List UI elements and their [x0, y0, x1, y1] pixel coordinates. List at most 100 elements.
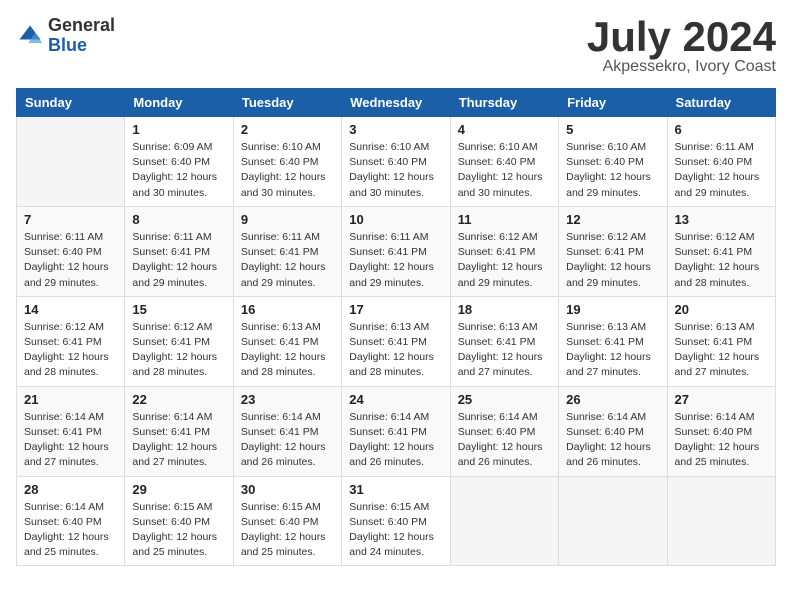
day-info: Sunrise: 6:13 AMSunset: 6:41 PMDaylight:…: [241, 320, 334, 381]
calendar-cell: 9Sunrise: 6:11 AMSunset: 6:41 PMDaylight…: [233, 206, 341, 296]
day-number: 8: [132, 212, 225, 227]
day-info: Sunrise: 6:11 AMSunset: 6:40 PMDaylight:…: [675, 140, 768, 201]
day-number: 3: [349, 122, 442, 137]
calendar-cell: 13 Sunrise: 6:12 AMSunset: 6:41 PMDayligh…: [667, 206, 775, 296]
calendar-cell: [667, 476, 775, 566]
day-number: 17: [349, 302, 442, 317]
day-info: Sunrise: 6:13 AMSunset: 6:41 PMDaylight:…: [349, 320, 442, 381]
calendar-cell: 22 Sunrise: 6:14 AMSunset: 6:41 PMDayligh…: [125, 386, 233, 476]
calendar-cell: 24Sunrise: 6:14 AMSunset: 6:41 PMDayligh…: [342, 386, 450, 476]
day-number: 2: [241, 122, 334, 137]
day-number: 22: [132, 392, 225, 407]
day-info: Sunrise: 6:12 AMSunset: 6:41 PMDaylight:…: [675, 230, 768, 291]
day-info: Sunrise: 6:10 AMSunset: 6:40 PMDaylight:…: [349, 140, 442, 201]
logo: General Blue: [16, 16, 115, 56]
day-info: Sunrise: 6:11 AMSunset: 6:41 PMDaylight:…: [132, 230, 225, 291]
logo-icon: [16, 22, 44, 50]
calendar-cell: 16 Sunrise: 6:13 AMSunset: 6:41 PMDayligh…: [233, 296, 341, 386]
day-info: Sunrise: 6:12 AMSunset: 6:41 PMDaylight:…: [458, 230, 551, 291]
calendar-cell: 20 Sunrise: 6:13 AMSunset: 6:41 PMDayligh…: [667, 296, 775, 386]
calendar-cell: 31Sunrise: 6:15 AMSunset: 6:40 PMDayligh…: [342, 476, 450, 566]
day-info: Sunrise: 6:10 AMSunset: 6:40 PMDaylight:…: [458, 140, 551, 201]
day-info: Sunrise: 6:14 AMSunset: 6:40 PMDaylight:…: [458, 410, 551, 471]
day-info: Sunrise: 6:12 AMSunset: 6:41 PMDaylight:…: [566, 230, 659, 291]
calendar-week-row: 21 Sunrise: 6:14 AMSunset: 6:41 PMDayligh…: [17, 386, 776, 476]
calendar-cell: 7 Sunrise: 6:11 AMSunset: 6:40 PMDaylight…: [17, 206, 125, 296]
day-number: 12: [566, 212, 659, 227]
day-info: Sunrise: 6:13 AMSunset: 6:41 PMDaylight:…: [675, 320, 768, 381]
calendar-cell: 14 Sunrise: 6:12 AMSunset: 6:41 PMDayligh…: [17, 296, 125, 386]
calendar-week-row: 28 Sunrise: 6:14 AMSunset: 6:40 PMDayligh…: [17, 476, 776, 566]
title-block: July 2024 Akpessekro, Ivory Coast: [587, 16, 776, 76]
calendar-cell: 21 Sunrise: 6:14 AMSunset: 6:41 PMDayligh…: [17, 386, 125, 476]
calendar-week-row: 1Sunrise: 6:09 AMSunset: 6:40 PMDaylight…: [17, 117, 776, 207]
calendar-cell: 15 Sunrise: 6:12 AMSunset: 6:41 PMDayligh…: [125, 296, 233, 386]
day-info: Sunrise: 6:14 AMSunset: 6:40 PMDaylight:…: [675, 410, 768, 471]
calendar-cell: 8 Sunrise: 6:11 AMSunset: 6:41 PMDaylight…: [125, 206, 233, 296]
day-number: 25: [458, 392, 551, 407]
calendar-header-saturday: Saturday: [667, 89, 775, 117]
calendar-cell: 11Sunrise: 6:12 AMSunset: 6:41 PMDayligh…: [450, 206, 558, 296]
calendar-cell: 5Sunrise: 6:10 AMSunset: 6:40 PMDaylight…: [559, 117, 667, 207]
month-title: July 2024: [587, 16, 776, 58]
logo-general-text: General: [48, 16, 115, 36]
day-number: 21: [24, 392, 117, 407]
calendar-header-row: SundayMondayTuesdayWednesdayThursdayFrid…: [17, 89, 776, 117]
day-info: Sunrise: 6:13 AMSunset: 6:41 PMDaylight:…: [566, 320, 659, 381]
day-info: Sunrise: 6:15 AMSunset: 6:40 PMDaylight:…: [132, 500, 225, 561]
day-info: Sunrise: 6:10 AMSunset: 6:40 PMDaylight:…: [566, 140, 659, 201]
calendar-cell: 29 Sunrise: 6:15 AMSunset: 6:40 PMDayligh…: [125, 476, 233, 566]
day-number: 19: [566, 302, 659, 317]
calendar-cell: [450, 476, 558, 566]
day-number: 14: [24, 302, 117, 317]
day-number: 20: [675, 302, 768, 317]
location-text: Akpessekro, Ivory Coast: [587, 58, 776, 76]
day-number: 24: [349, 392, 442, 407]
calendar-header-tuesday: Tuesday: [233, 89, 341, 117]
day-info: Sunrise: 6:14 AMSunset: 6:41 PMDaylight:…: [241, 410, 334, 471]
calendar-cell: 28 Sunrise: 6:14 AMSunset: 6:40 PMDayligh…: [17, 476, 125, 566]
day-info: Sunrise: 6:15 AMSunset: 6:40 PMDaylight:…: [241, 500, 334, 561]
logo-blue-text: Blue: [48, 36, 115, 56]
calendar-cell: 1Sunrise: 6:09 AMSunset: 6:40 PMDaylight…: [125, 117, 233, 207]
calendar-week-row: 7 Sunrise: 6:11 AMSunset: 6:40 PMDaylight…: [17, 206, 776, 296]
calendar-cell: 27Sunrise: 6:14 AMSunset: 6:40 PMDayligh…: [667, 386, 775, 476]
page-header: General Blue July 2024 Akpessekro, Ivory…: [16, 16, 776, 76]
day-info: Sunrise: 6:11 AMSunset: 6:41 PMDaylight:…: [349, 230, 442, 291]
calendar-cell: 10 Sunrise: 6:11 AMSunset: 6:41 PMDayligh…: [342, 206, 450, 296]
calendar-header-thursday: Thursday: [450, 89, 558, 117]
calendar-cell: 4Sunrise: 6:10 AMSunset: 6:40 PMDaylight…: [450, 117, 558, 207]
day-number: 28: [24, 482, 117, 497]
day-number: 10: [349, 212, 442, 227]
calendar-cell: 30Sunrise: 6:15 AMSunset: 6:40 PMDayligh…: [233, 476, 341, 566]
day-number: 16: [241, 302, 334, 317]
day-info: Sunrise: 6:13 AMSunset: 6:41 PMDaylight:…: [458, 320, 551, 381]
day-number: 29: [132, 482, 225, 497]
day-number: 23: [241, 392, 334, 407]
day-number: 18: [458, 302, 551, 317]
day-info: Sunrise: 6:12 AMSunset: 6:41 PMDaylight:…: [132, 320, 225, 381]
calendar-cell: 2Sunrise: 6:10 AMSunset: 6:40 PMDaylight…: [233, 117, 341, 207]
day-number: 13: [675, 212, 768, 227]
day-info: Sunrise: 6:09 AMSunset: 6:40 PMDaylight:…: [132, 140, 225, 201]
calendar-header-sunday: Sunday: [17, 89, 125, 117]
day-info: Sunrise: 6:14 AMSunset: 6:41 PMDaylight:…: [24, 410, 117, 471]
calendar-cell: 12 Sunrise: 6:12 AMSunset: 6:41 PMDayligh…: [559, 206, 667, 296]
calendar-table: SundayMondayTuesdayWednesdayThursdayFrid…: [16, 88, 776, 566]
calendar-header-wednesday: Wednesday: [342, 89, 450, 117]
calendar-cell: 3 Sunrise: 6:10 AMSunset: 6:40 PMDaylight…: [342, 117, 450, 207]
day-info: Sunrise: 6:12 AMSunset: 6:41 PMDaylight:…: [24, 320, 117, 381]
day-info: Sunrise: 6:11 AMSunset: 6:40 PMDaylight:…: [24, 230, 117, 291]
day-info: Sunrise: 6:14 AMSunset: 6:40 PMDaylight:…: [24, 500, 117, 561]
logo-text: General Blue: [48, 16, 115, 56]
day-info: Sunrise: 6:14 AMSunset: 6:40 PMDaylight:…: [566, 410, 659, 471]
calendar-week-row: 14 Sunrise: 6:12 AMSunset: 6:41 PMDayligh…: [17, 296, 776, 386]
day-number: 7: [24, 212, 117, 227]
calendar-header-monday: Monday: [125, 89, 233, 117]
day-number: 31: [349, 482, 442, 497]
calendar-cell: 18 Sunrise: 6:13 AMSunset: 6:41 PMDayligh…: [450, 296, 558, 386]
day-number: 15: [132, 302, 225, 317]
day-number: 26: [566, 392, 659, 407]
calendar-cell: 23 Sunrise: 6:14 AMSunset: 6:41 PMDayligh…: [233, 386, 341, 476]
day-info: Sunrise: 6:14 AMSunset: 6:41 PMDaylight:…: [132, 410, 225, 471]
